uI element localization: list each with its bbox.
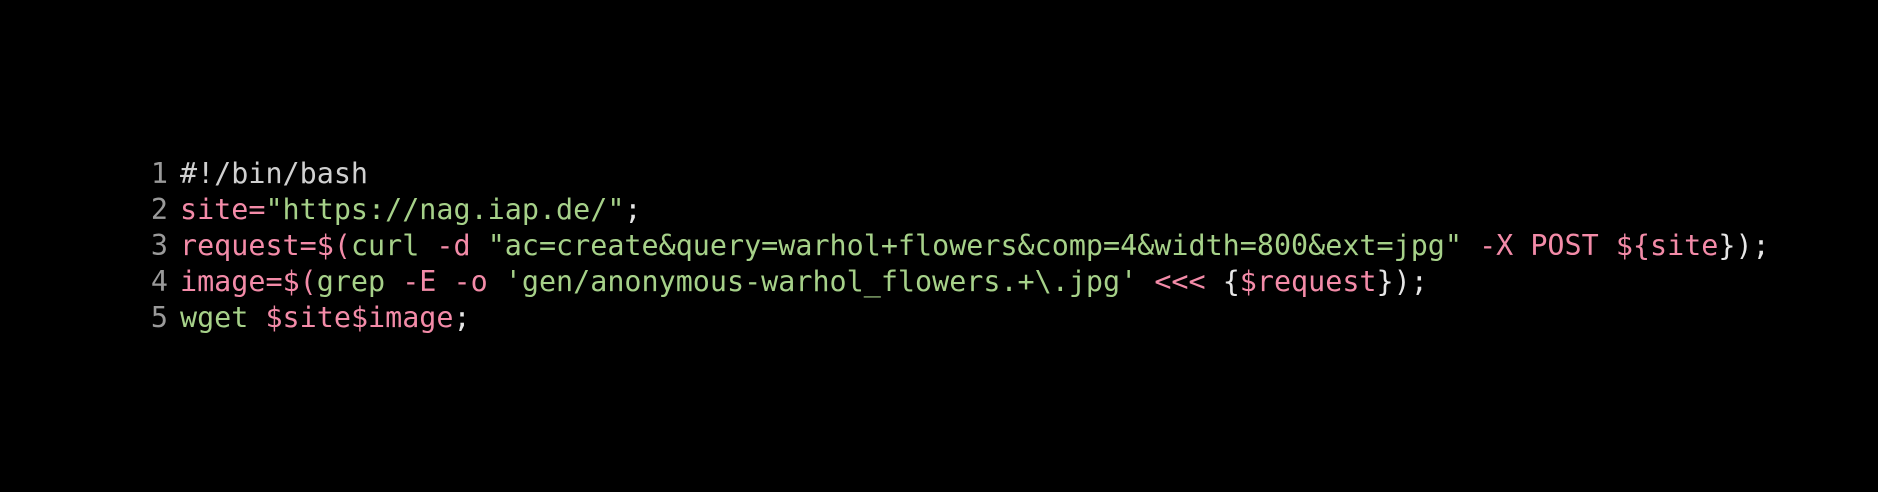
code-token: =: [265, 265, 283, 298]
code-token: $request: [1239, 265, 1377, 298]
code-token: }: [1376, 265, 1394, 298]
code-token: =: [299, 229, 317, 262]
code-line: 5 wget $site$image;: [146, 300, 1770, 336]
line-number: 3: [150, 229, 168, 262]
code-token: -d: [436, 229, 471, 262]
line-content: site="https://nag.iap.de/";: [180, 192, 642, 228]
line-content: request=$(curl -d "ac=create&query=warho…: [180, 228, 1770, 264]
code-token: site: [1650, 229, 1719, 262]
line-number: 4: [150, 265, 168, 298]
code-token: );: [1735, 229, 1770, 262]
line-number: 1: [150, 157, 168, 190]
code-line: 2 site="https://nag.iap.de/";: [146, 192, 1770, 228]
code-token: ;: [624, 193, 642, 226]
code-token: );: [1393, 265, 1428, 298]
line-number: 5: [150, 301, 168, 334]
code-token: 'gen/anonymous-warhol_flowers.+\.jpg': [504, 265, 1138, 298]
code-token: <<<: [1154, 265, 1206, 298]
code-token: grep: [316, 265, 386, 298]
code-line: 4 image=$(grep -E -o 'gen/anonymous-warho…: [146, 264, 1770, 300]
code-editor: 1 #!/bin/bash 2 site="https://nag.iap.de/";…: [0, 0, 1878, 492]
code-token: {: [1222, 265, 1240, 298]
line-content: #!/bin/bash: [180, 156, 368, 192]
line-content: image=$(grep -E -o 'gen/anonymous-warhol…: [180, 264, 1428, 300]
code-token: -X: [1479, 229, 1514, 262]
code-token: ${: [1615, 229, 1650, 262]
code-token: "https://nag.iap.de/": [265, 193, 625, 226]
code-token: request: [180, 229, 300, 262]
code-token: $(: [316, 229, 351, 262]
code-token: $image: [350, 301, 454, 334]
code-token: POST: [1530, 229, 1599, 262]
code-token: -o: [453, 265, 488, 298]
code-token: =: [248, 193, 266, 226]
code-token: $(: [282, 265, 317, 298]
code-token: image: [180, 265, 266, 298]
code-token: ;: [453, 301, 471, 334]
code-line: 3 request=$(curl -d "ac=create&query=warh…: [146, 228, 1770, 264]
line-content: wget $site$image;: [180, 300, 471, 336]
code-block[interactable]: 1 #!/bin/bash 2 site="https://nag.iap.de/";…: [146, 156, 1770, 336]
line-number: 2: [150, 193, 168, 226]
code-token: $site: [265, 301, 351, 334]
code-token: "ac=create&query=warhol+flowers&comp=4&w…: [487, 229, 1462, 262]
code-token: -E: [402, 265, 437, 298]
code-token: curl: [350, 229, 420, 262]
code-token: wget: [180, 301, 249, 334]
code-token: }: [1718, 229, 1736, 262]
code-token: site: [180, 193, 249, 226]
code-line: 1 #!/bin/bash: [146, 156, 1770, 192]
code-token: #!/bin/bash: [180, 157, 369, 190]
